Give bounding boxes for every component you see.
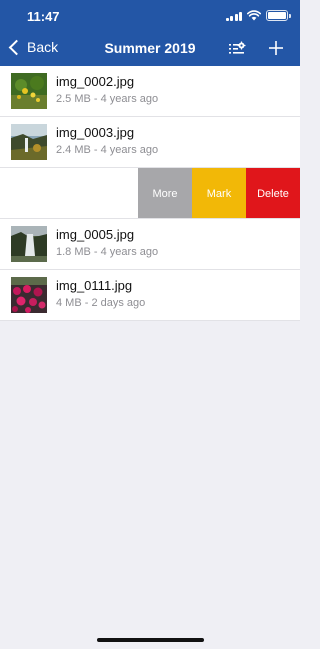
list-item[interactable]: img_0111.jpg 4 MB - 2 days ago bbox=[0, 270, 300, 321]
list-item[interactable]: img_0005.jpg 1.8 MB - 4 years ago bbox=[0, 219, 300, 270]
file-name: img_0003.jpg bbox=[56, 125, 135, 140]
more-button[interactable]: More bbox=[138, 168, 192, 218]
file-name: img_0111.jpg bbox=[56, 278, 133, 293]
delete-button[interactable]: Delete bbox=[246, 168, 300, 218]
thumbnail-waterfall bbox=[11, 226, 47, 262]
cellular-signal-icon bbox=[225, 11, 242, 21]
file-list: img_0002.jpg 2.5 MB - 4 years ago img_00… bbox=[0, 66, 300, 321]
swipe-actions: More Mark Delete bbox=[138, 168, 300, 218]
thumbnail-yellow-flowers bbox=[11, 73, 47, 109]
file-meta: 4 MB - 2 days ago bbox=[56, 297, 146, 309]
thumbnail-pink-flowers bbox=[11, 277, 47, 313]
navigation-bar: Back Summer 2019 bbox=[0, 32, 300, 66]
list-item[interactable]: img_0002.jpg 2.5 MB - 4 years ago bbox=[0, 66, 300, 117]
plus-icon[interactable] bbox=[266, 38, 286, 58]
mark-button[interactable]: Mark bbox=[192, 168, 246, 218]
status-time: 11:47 bbox=[27, 9, 60, 24]
list-settings-icon[interactable] bbox=[228, 40, 246, 58]
file-meta: 2.4 MB - 4 years ago bbox=[56, 144, 159, 156]
thumbnail-waterfall-landscape bbox=[11, 124, 47, 160]
status-bar: 11:47 bbox=[0, 0, 300, 32]
file-name: img_0005.jpg bbox=[56, 227, 135, 242]
page-title: Summer 2019 bbox=[104, 40, 196, 56]
file-name: img_0002.jpg bbox=[56, 74, 135, 89]
list-item[interactable]: img_0003.jpg 2.4 MB - 4 years ago bbox=[0, 117, 300, 168]
battery-icon bbox=[266, 10, 291, 21]
home-indicator[interactable] bbox=[97, 638, 204, 642]
status-icons bbox=[225, 10, 291, 21]
file-meta: 1.8 MB - 4 years ago bbox=[56, 246, 159, 258]
wifi-icon bbox=[247, 10, 261, 21]
app-header: 11:47 Back Summer 2019 bbox=[0, 0, 300, 66]
swiped-list-item[interactable]: More Mark Delete bbox=[0, 168, 300, 219]
file-meta: 2.5 MB - 4 years ago bbox=[56, 93, 159, 105]
